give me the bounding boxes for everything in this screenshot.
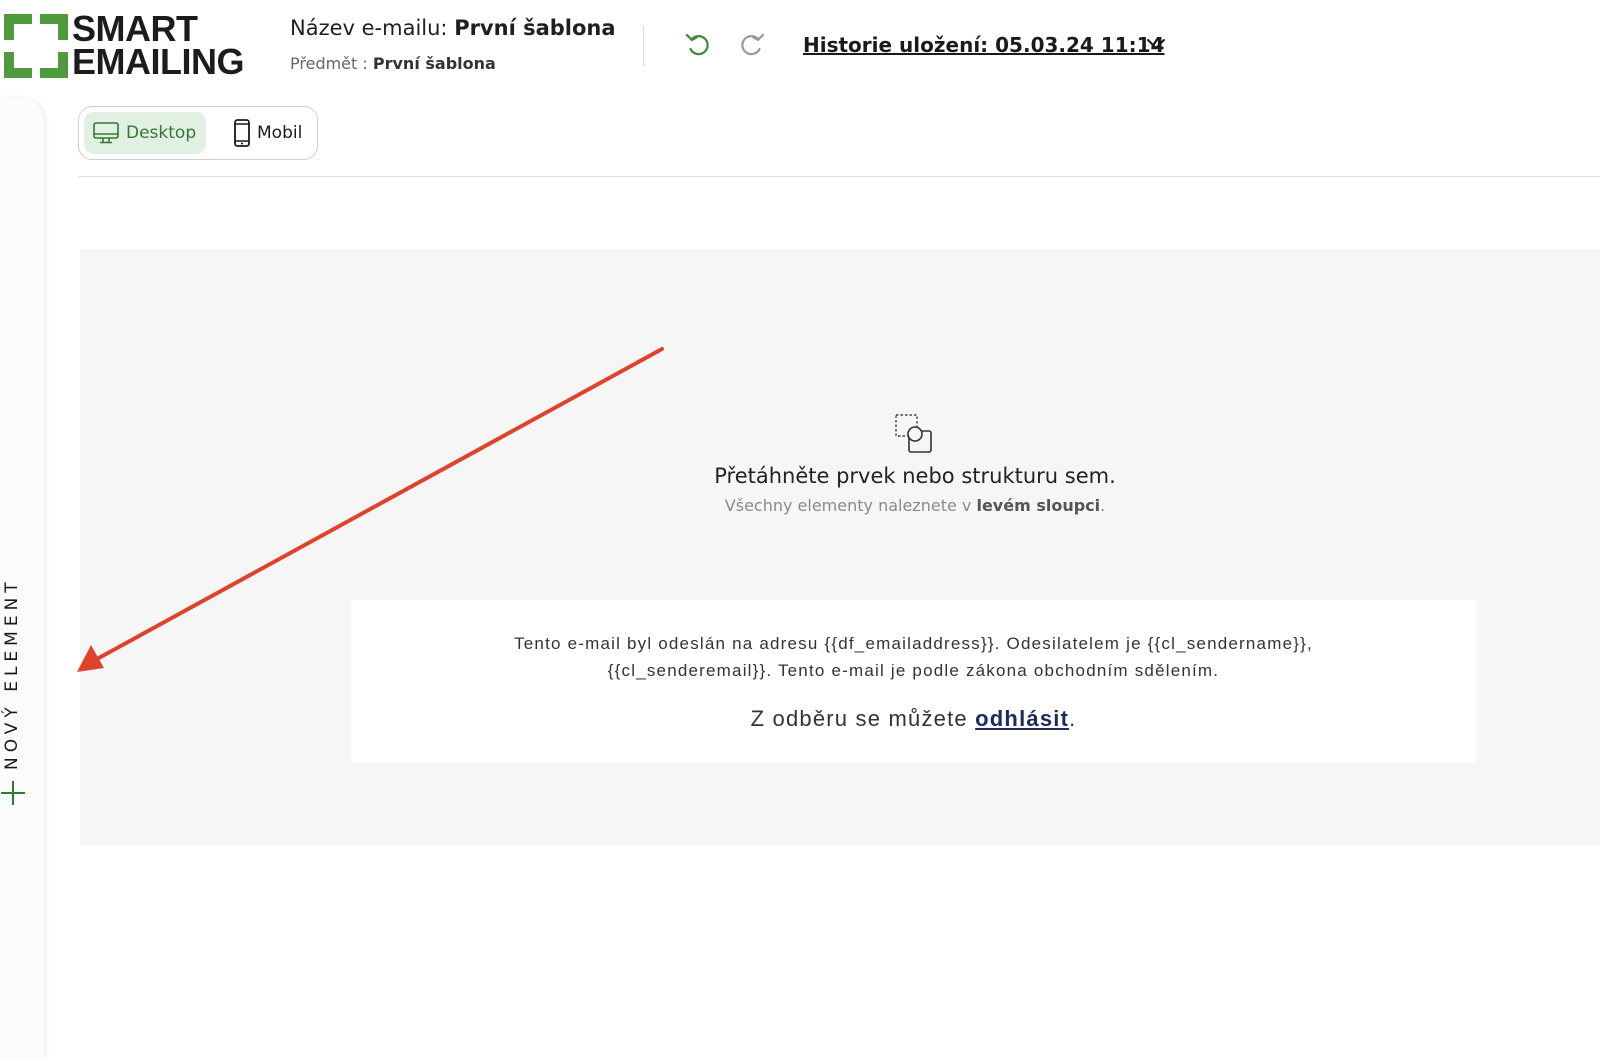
smartemailing-logo[interactable]: SMART EMAILING [4, 8, 245, 82]
dropzone-title: Přetáhněte prvek nebo strukturu sem. [714, 464, 1116, 488]
toolbar-divider [78, 176, 1600, 177]
subject-label: Předmět : [290, 54, 368, 73]
email-name[interactable]: Název e-mailu: První šablona [290, 16, 616, 40]
mobile-view-label: Mobil [257, 123, 303, 143]
new-element-toggle[interactable]: NOVÝ ELEMENT [0, 540, 24, 770]
email-footer-block[interactable]: Tento e-mail byl odeslán na adresu {{df_… [351, 600, 1476, 763]
desktop-view-label: Desktop [126, 123, 197, 143]
unsubscribe-link[interactable]: odhlásit [975, 706, 1069, 731]
email-subject[interactable]: Předmět : První šablona [290, 54, 496, 73]
logo-wordmark: SMART EMAILING [72, 8, 245, 82]
redo-button[interactable] [736, 30, 766, 60]
plus-icon[interactable] [0, 780, 26, 806]
undo-icon [685, 33, 709, 56]
undo-button[interactable] [684, 30, 714, 60]
chevron-down-icon[interactable] [1145, 36, 1167, 52]
save-history-link[interactable]: Historie uložení: 05.03.24 11:14 [803, 33, 1164, 57]
header-divider [643, 26, 644, 66]
drag-drop-icon [895, 414, 932, 453]
device-toggle: Desktop Mobil [78, 106, 318, 160]
email-canvas-dropzone[interactable]: Přetáhněte prvek nebo strukturu sem. Vše… [80, 249, 1600, 845]
redo-icon [741, 33, 765, 56]
mobile-view-button[interactable]: Mobil [225, 112, 315, 154]
email-name-label: Název e-mailu: [290, 16, 448, 40]
dropzone-hint: Všechny elementy naleznete v levém sloup… [724, 496, 1106, 515]
email-name-value: První šablona [454, 16, 616, 40]
mobile-phone-icon [234, 119, 250, 147]
logo-mark-icon [4, 14, 68, 78]
desktop-icon [93, 122, 119, 144]
footer-legal-text: Tento e-mail byl odeslán na adresu {{df_… [514, 634, 1313, 680]
editor-page: SMART EMAILING Název e-mailu: První šabl… [0, 0, 1600, 1059]
footer-unsubscribe-text: Z odběru se můžete odhlásit. [750, 706, 1077, 731]
desktop-view-button[interactable]: Desktop [84, 112, 206, 154]
subject-value: První šablona [372, 54, 496, 73]
new-element-label: NOVÝ ELEMENT [2, 577, 22, 770]
